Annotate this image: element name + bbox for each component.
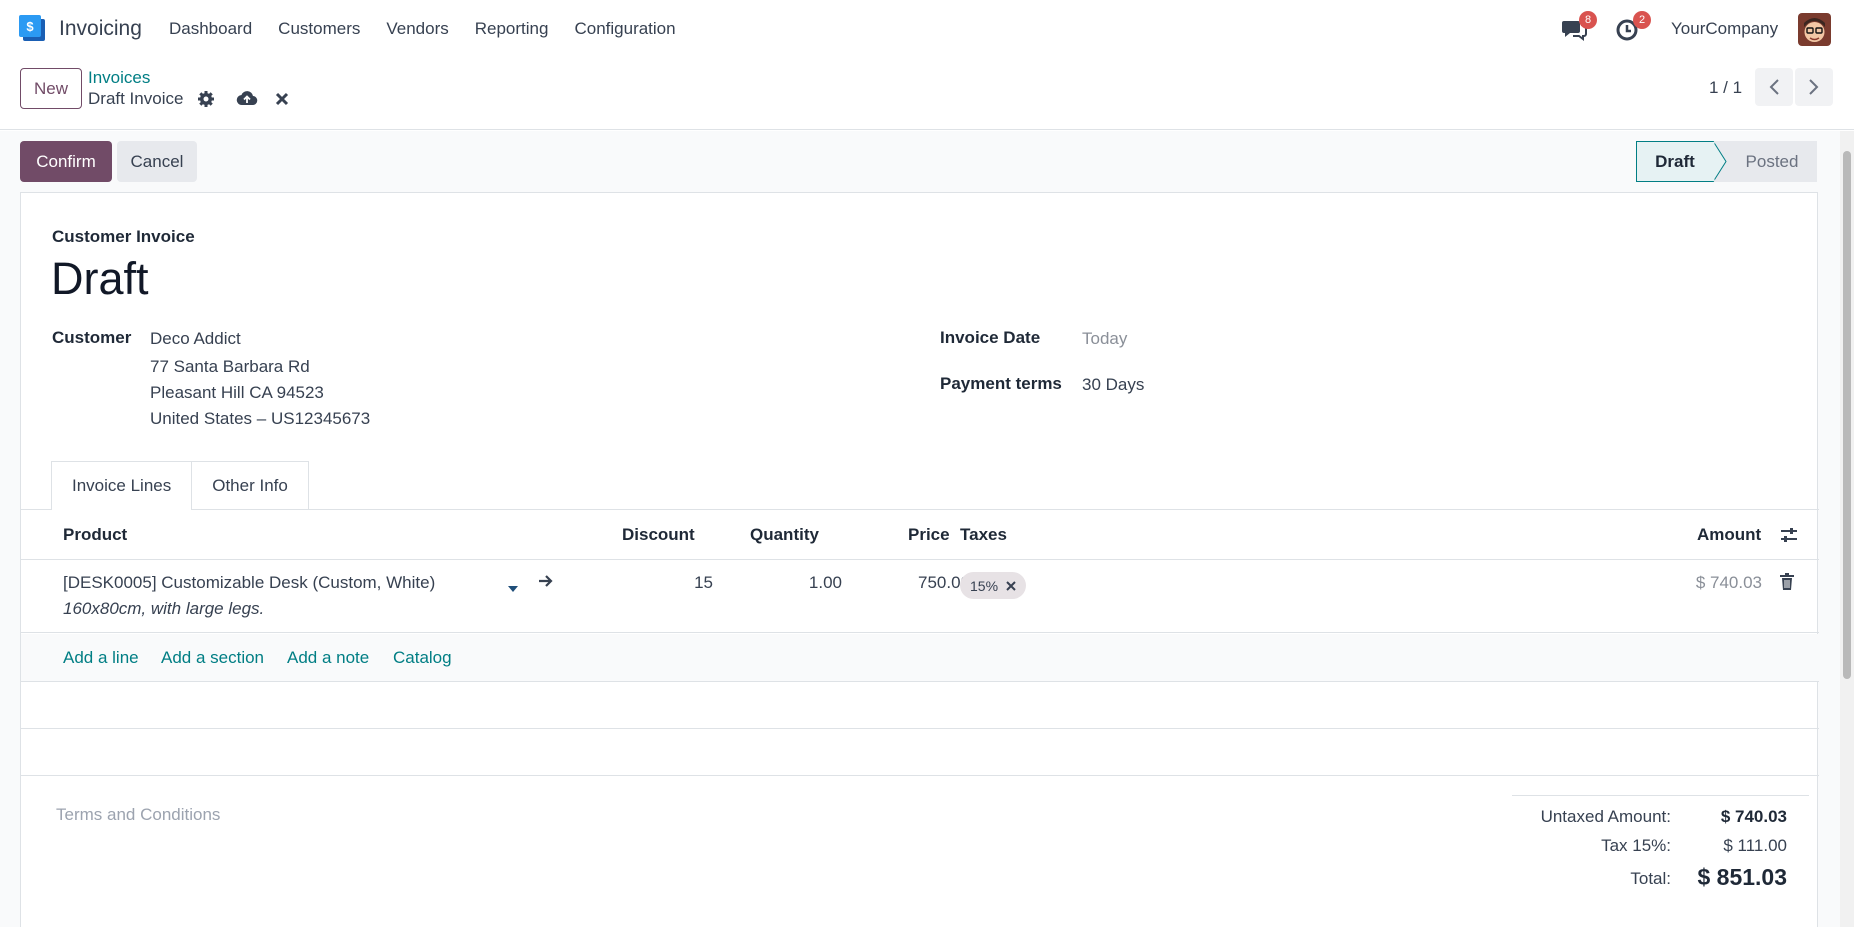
tax-label: Tax 15%: bbox=[1601, 836, 1671, 855]
gear-icon[interactable] bbox=[196, 89, 216, 109]
total-label: Total: bbox=[1630, 869, 1671, 888]
add-line-row: Add a line Add a section Add a note Cata… bbox=[21, 634, 1819, 682]
top-navbar: $ Invoicing Dashboard Customers Vendors … bbox=[0, 0, 1854, 58]
col-taxes[interactable]: Taxes bbox=[960, 525, 1007, 545]
scrollbar-thumb[interactable] bbox=[1843, 151, 1851, 679]
add-note-link[interactable]: Add a note bbox=[287, 648, 369, 668]
app-name[interactable]: Invoicing bbox=[59, 17, 142, 41]
main-menu: Dashboard Customers Vendors Reporting Co… bbox=[156, 0, 689, 58]
breadcrumb-invoices[interactable]: Invoices bbox=[88, 68, 150, 88]
activities-badge: 2 bbox=[1633, 11, 1651, 29]
empty-row bbox=[21, 682, 1819, 729]
col-discount[interactable]: Discount bbox=[622, 525, 695, 545]
cancel-button[interactable]: Cancel bbox=[117, 141, 197, 182]
invoice-date-label: Invoice Date bbox=[940, 328, 1041, 347]
menu-reporting[interactable]: Reporting bbox=[462, 19, 562, 39]
confirm-button[interactable]: Confirm bbox=[20, 141, 112, 182]
invoice-title: Draft bbox=[51, 253, 149, 304]
empty-row bbox=[21, 729, 1819, 776]
total-value: $ 851.03 bbox=[1697, 864, 1787, 890]
trash-icon[interactable] bbox=[1779, 573, 1795, 596]
status-arrow-icon bbox=[1713, 141, 1727, 182]
customer-address-line1: 77 Santa Barbara Rd bbox=[150, 357, 310, 376]
move-type-label: Customer Invoice bbox=[52, 227, 195, 246]
untaxed-amount-value: $ 740.03 bbox=[1720, 807, 1787, 826]
untaxed-amount-label: Untaxed Amount: bbox=[1540, 807, 1671, 826]
col-product[interactable]: Product bbox=[63, 525, 127, 545]
add-section-link[interactable]: Add a section bbox=[161, 648, 264, 668]
table-header: Product Discount Quantity Price Taxes Am… bbox=[21, 510, 1819, 560]
menu-dashboard[interactable]: Dashboard bbox=[156, 19, 265, 39]
caret-down-icon[interactable] bbox=[508, 578, 518, 598]
optional-columns-icon[interactable] bbox=[1779, 525, 1799, 550]
pager-next-button[interactable] bbox=[1795, 68, 1833, 106]
tax-tag[interactable]: 15% bbox=[960, 572, 1027, 599]
col-quantity[interactable]: Quantity bbox=[750, 525, 819, 545]
tax-tag-label: 15% bbox=[970, 577, 999, 594]
totals-divider bbox=[1512, 795, 1809, 796]
pager-previous-button[interactable] bbox=[1755, 68, 1793, 106]
add-line-link[interactable]: Add a line bbox=[63, 648, 139, 668]
new-button[interactable]: New bbox=[20, 68, 82, 109]
chevron-right-icon bbox=[1809, 79, 1819, 95]
invoice-date-field[interactable]: Today bbox=[1082, 329, 1127, 349]
pager-value[interactable]: 1 / 1 bbox=[1709, 78, 1742, 98]
line-product[interactable]: [DESK0005] Customizable Desk (Custom, Wh… bbox=[63, 573, 435, 593]
catalog-link[interactable]: Catalog bbox=[393, 648, 452, 668]
messages-icon[interactable]: 8 bbox=[1561, 11, 1597, 42]
scrollbar[interactable] bbox=[1840, 131, 1854, 927]
breadcrumb-current: Draft Invoice bbox=[88, 89, 184, 108]
terms-conditions-field[interactable]: Terms and Conditions bbox=[56, 805, 220, 825]
user-avatar[interactable] bbox=[1798, 13, 1831, 46]
internal-link-arrow-icon[interactable] bbox=[537, 572, 555, 595]
activities-icon[interactable]: 2 bbox=[1615, 11, 1651, 42]
chevron-left-icon bbox=[1769, 79, 1779, 95]
menu-vendors[interactable]: Vendors bbox=[373, 19, 461, 39]
status-draft[interactable]: Draft bbox=[1636, 141, 1714, 182]
table-row[interactable]: [DESK0005] Customizable Desk (Custom, Wh… bbox=[21, 560, 1819, 633]
messages-badge: 8 bbox=[1579, 11, 1597, 29]
payment-terms-field[interactable]: 30 Days bbox=[1082, 375, 1144, 395]
discard-close-icon[interactable] bbox=[272, 89, 292, 109]
col-price[interactable]: Price bbox=[908, 525, 950, 545]
customer-label: Customer bbox=[52, 328, 132, 347]
customer-address-line3: United States – US12345673 bbox=[150, 409, 371, 428]
tab-invoice-lines[interactable]: Invoice Lines bbox=[51, 461, 193, 510]
control-panel: New Invoices Draft Invoice 1 / 1 bbox=[0, 58, 1854, 130]
status-posted[interactable]: Posted bbox=[1713, 141, 1817, 182]
invoicing-app-icon[interactable]: $ bbox=[19, 15, 46, 42]
line-quantity[interactable]: 1.00 bbox=[809, 573, 842, 593]
tax-value: $ 111.00 bbox=[1723, 836, 1787, 855]
menu-customers[interactable]: Customers bbox=[265, 19, 373, 39]
customer-field[interactable]: Deco Addict bbox=[150, 329, 241, 349]
line-amount: $ 740.03 bbox=[1695, 573, 1762, 592]
line-discount[interactable]: 15 bbox=[694, 573, 713, 593]
customer-address-line2: Pleasant Hill CA 94523 bbox=[150, 383, 324, 402]
svg-text:$: $ bbox=[26, 19, 34, 34]
menu-configuration[interactable]: Configuration bbox=[561, 19, 688, 39]
form-sheet: Customer Invoice Draft Customer Deco Add… bbox=[20, 192, 1819, 927]
payment-terms-label: Payment terms bbox=[940, 374, 1062, 393]
save-cloud-icon[interactable] bbox=[236, 89, 258, 109]
col-amount[interactable]: Amount bbox=[1697, 525, 1761, 545]
company-switcher[interactable]: YourCompany bbox=[1671, 19, 1778, 39]
tab-other-info[interactable]: Other Info bbox=[192, 461, 309, 509]
remove-tag-icon[interactable] bbox=[1006, 580, 1016, 591]
status-bar: Draft Posted bbox=[1636, 141, 1817, 182]
line-description[interactable]: 160x80cm, with large legs. bbox=[63, 599, 264, 619]
notebook-tabs: Invoice Lines Other Info bbox=[51, 461, 309, 510]
